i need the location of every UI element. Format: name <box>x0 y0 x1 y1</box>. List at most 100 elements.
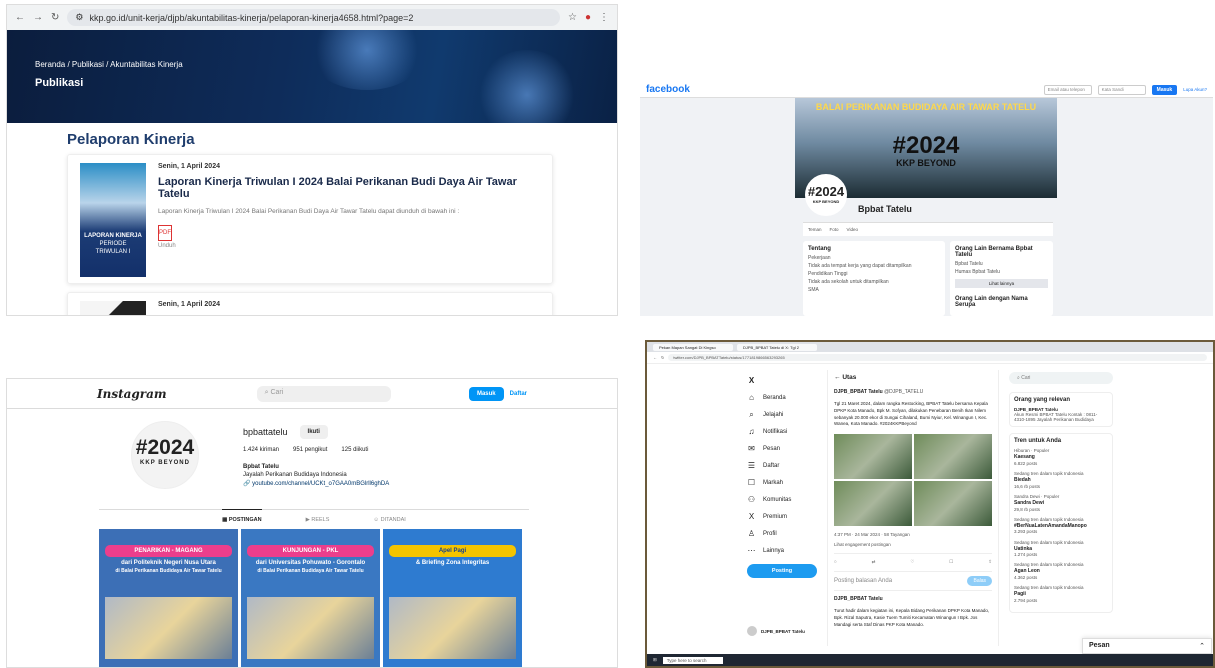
trend-item[interactable]: Hiburan · Populer Kaesang 6.822 posts <box>1014 448 1108 467</box>
cover-sub: KKP BEYOND <box>896 158 956 168</box>
forward-icon[interactable]: → <box>33 12 43 23</box>
nav-item-markah[interactable]: ☐ Markah <box>747 474 823 491</box>
tab-teman[interactable]: Teman <box>808 227 822 232</box>
tweet-author[interactable]: DJPB_BPBAT Tatelu @DJPB_TATELU <box>834 389 992 395</box>
post-tile[interactable]: Apel Pagi & Briefing Zona Integritas <box>383 529 522 667</box>
reply-box[interactable]: Posting balasan Anda Balas <box>834 571 992 591</box>
trend-item[interactable]: Sedang tren dalam topik Indonesia Uatinka… <box>1014 540 1108 559</box>
following-count[interactable]: 125 diikuti <box>341 447 368 453</box>
tab-foto[interactable]: Foto <box>830 227 839 232</box>
relevant-title: Orang yang relevan <box>1014 397 1071 403</box>
nav-item-jelajahi[interactable]: ⌕ Jelajahi <box>747 406 823 423</box>
more-icon: ⋯ <box>747 546 756 555</box>
trend-item[interactable]: Sedang tren dalam topik Indonesia Biedah 1… <box>1014 471 1108 490</box>
followers-count[interactable]: 951 pengikut <box>293 447 327 453</box>
browser-tab[interactable]: DJPB_BPBAT Tatelu di X: Tgl 2 <box>737 343 817 351</box>
reload-icon[interactable]: ↻ <box>51 12 59 23</box>
share-icon[interactable]: ⇪ <box>988 559 992 565</box>
posts-count: 1.424 kiriman <box>243 447 280 453</box>
facebook-logo[interactable]: facebook <box>646 84 690 95</box>
profile-icon[interactable]: ● <box>585 12 591 23</box>
address-bar[interactable]: twitter.com/DJPB_BPBATTatelu/status/1771… <box>668 354 1207 361</box>
follow-button[interactable]: Ikuti <box>299 425 328 439</box>
account-switcher[interactable]: DJPB_BPBAT Tatelu <box>747 626 805 636</box>
download-label[interactable]: Unduh <box>158 243 540 249</box>
reply-text: Turut hadir dalam kegiatan ini, Kepala B… <box>834 608 990 627</box>
forgot-link[interactable]: Lupa Akun? <box>1183 87 1207 92</box>
tab-video[interactable]: Video <box>847 227 858 232</box>
tab-reels[interactable]: ▶ REELS <box>306 517 330 523</box>
about-item: Pekerjaan <box>808 255 831 261</box>
nav-item-premium[interactable]: X Premium <box>747 508 823 525</box>
taskbar-search[interactable]: Type here to search <box>662 656 723 664</box>
address-row: ← ↻ twitter.com/DJPB_BPBATTatelu/status/… <box>647 352 1213 364</box>
engagement-link[interactable]: Lihat engagement postingan <box>834 542 992 547</box>
tab-ditandai[interactable]: ☺ DITANDAI <box>373 517 405 523</box>
profile-picture[interactable]: #2024 KKP BEYOND <box>805 174 847 216</box>
post-tile[interactable]: KUNJUNGAN - PKL dari Universitas Pohuwat… <box>241 529 380 667</box>
star-icon[interactable]: ☆ <box>568 12 577 23</box>
nav-item-pesan[interactable]: ✉ Pesan <box>747 440 823 457</box>
instagram-logo[interactable]: Instagram <box>97 387 167 401</box>
reply-button[interactable]: Balas <box>967 576 992 586</box>
report-card[interactable]: Senin, 1 April 2024 <box>67 292 553 315</box>
about-item: SMA <box>808 287 819 293</box>
like-icon[interactable]: ♡ <box>910 559 914 565</box>
other-person[interactable]: Humas Bpbat Tatelu <box>955 269 1048 275</box>
signup-link[interactable]: Daftar <box>510 391 527 397</box>
page-name: Bpbat Tatelu <box>858 204 912 214</box>
login-button[interactable]: Masuk <box>1151 84 1178 95</box>
trend-item[interactable]: Sedang tren dalam topik Indonesia #BerNua… <box>1014 517 1108 536</box>
reply-input[interactable]: Posting balasan Anda <box>834 578 892 584</box>
nav-item-notifikasi[interactable]: ♫ Notifikasi <box>747 423 823 440</box>
login-button[interactable]: Masuk <box>468 386 504 401</box>
search-input[interactable]: ⌕ Cari <box>256 385 391 402</box>
messages-drawer[interactable]: Pesan ⌃ <box>1082 638 1212 654</box>
about-title: Tentang <box>808 246 831 252</box>
instagram-topbar: Instagram ⌕ Cari Masuk Daftar <box>7 379 617 409</box>
trend-item[interactable]: Sedang tren dalam topik Indonesia Pagii 2.… <box>1014 585 1108 604</box>
back-icon[interactable]: ← <box>15 12 25 23</box>
search-icon: ⌕ <box>749 409 754 419</box>
windows-icon[interactable]: ⊞ <box>653 657 657 663</box>
nav-item[interactable]: X <box>747 372 823 389</box>
nav-item-daftar[interactable]: ☰ Daftar <box>747 457 823 474</box>
other-person[interactable]: Bpbat Tatelu <box>955 261 1048 267</box>
search-input[interactable]: ⌕ Cari <box>1009 372 1113 384</box>
browser-tab[interactable]: Pekan Mapan Sangat Di Kingso <box>653 343 733 351</box>
reply-author[interactable]: DJPB_BPBAT Tatelu <box>834 596 992 602</box>
trend-item[interactable]: Sedang tren dalam topik Indonesia Agan Le… <box>1014 562 1108 581</box>
nav-item-lainnya[interactable]: ⋯ Lainnya <box>747 542 823 559</box>
nav-item-profil[interactable]: ♙ Profil <box>747 525 823 542</box>
report-cover <box>80 301 146 315</box>
bookmark-icon[interactable]: ☐ <box>949 559 953 565</box>
see-more-button[interactable]: Lihat lainnya <box>955 279 1048 288</box>
reply-icon[interactable]: ○ <box>834 559 837 565</box>
tweet-media[interactable] <box>834 434 992 526</box>
bio-link[interactable]: 🔗 youtube.com/channel/UCKt_o7GAA0mBGlrll… <box>243 481 389 487</box>
email-field[interactable]: Email atau telepon <box>1043 84 1092 95</box>
password-field[interactable]: Kata Sandi <box>1097 84 1146 95</box>
retweet-icon[interactable]: ⇄ <box>872 559 876 565</box>
report-card[interactable]: LAPORAN KINERJA PERIODE TRIWULAN I Senin, … <box>67 154 553 284</box>
username: bpbattatelu <box>243 427 288 437</box>
pdf-icon[interactable]: PDF <box>158 225 172 241</box>
tile-sub: dari Politeknik Negeri Nusa Utara <box>121 560 216 566</box>
tile-title: PENARIKAN - MAGANG <box>105 545 232 557</box>
post-tile[interactable]: PENARIKAN - MAGANG dari Politeknik Neger… <box>99 529 238 667</box>
nav-item-beranda[interactable]: ⌂ Beranda <box>747 389 823 406</box>
bookmark-icon: ☐ <box>747 478 756 487</box>
avatar[interactable]: #2024 KKP BEYOND <box>131 421 199 489</box>
tweet-actions: ○ ⇄ ♡ ☐ ⇪ <box>834 553 992 565</box>
tab-postingan[interactable]: ▦ POSTINGAN <box>222 509 262 523</box>
post-button[interactable]: Posting <box>747 564 817 578</box>
reload-icon[interactable]: ↻ <box>661 355 664 360</box>
report-title[interactable]: Laporan Kinerja Triwulan I 2024 Balai Pe… <box>158 176 540 200</box>
x-icon: X <box>748 512 755 521</box>
menu-icon[interactable]: ⋮ <box>599 12 609 23</box>
address-bar[interactable]: ⚙ kkp.go.id/unit-kerja/djpb/akuntabilitas… <box>67 9 560 26</box>
trend-item[interactable]: Sandra Dewi · Populer Sandra Dewi 29,8 rb … <box>1014 494 1108 513</box>
nav-item-komunitas[interactable]: ⚇ Komunitas <box>747 491 823 508</box>
post-grid: PENARIKAN - MAGANG dari Politeknik Neger… <box>99 529 522 667</box>
back-icon[interactable]: ← <box>653 355 657 360</box>
